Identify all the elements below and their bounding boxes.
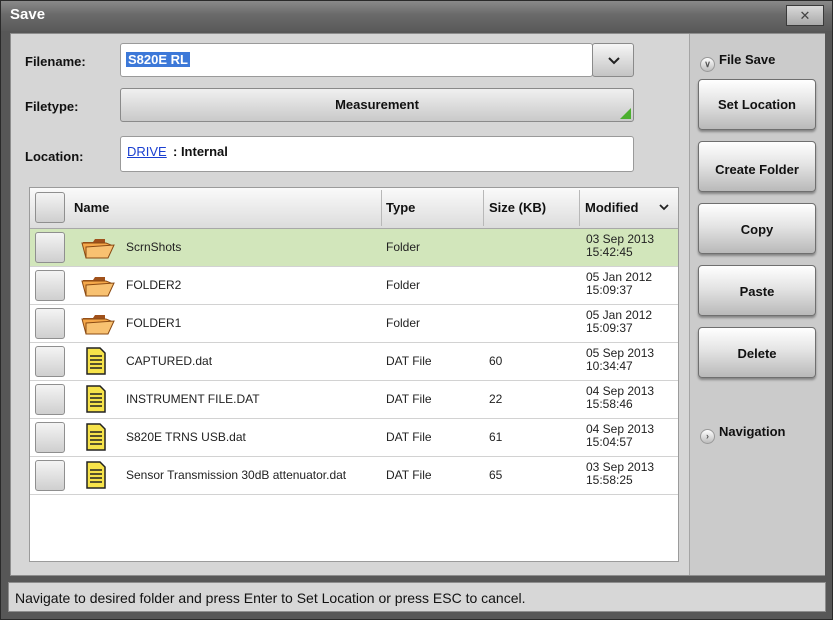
row-checkbox[interactable] — [35, 308, 65, 339]
row-type: DAT File — [386, 392, 432, 406]
row-name: CAPTURED.dat — [126, 354, 213, 368]
row-name: ScrnShots — [126, 240, 182, 254]
table-row[interactable]: FOLDER1 Folder 05 Jan 2012 15:09:37 — [30, 305, 678, 343]
filename-dropdown-button[interactable] — [592, 43, 634, 77]
row-name: FOLDER2 — [126, 278, 182, 292]
folder-icon — [81, 277, 115, 297]
row-checkbox[interactable] — [35, 270, 65, 301]
row-modified: 04 Sep 2013 15:58:46 — [586, 384, 655, 411]
paste-button[interactable]: Paste — [698, 265, 816, 316]
dialog-content: Filename: S820E RL Filetype: Measurement… — [10, 33, 825, 576]
row-modified: 03 Sep 2013 15:58:25 — [586, 460, 655, 487]
save-dialog: Save ✕ Filename: S820E RL Filetype: Meas… — [0, 0, 833, 620]
side-panel: ∨ File Save Set Location Create Folder Co… — [689, 34, 825, 575]
table-row[interactable]: CAPTURED.dat DAT File 60 05 Sep 2013 10:3… — [30, 343, 678, 381]
filename-label: Filename: — [25, 54, 86, 69]
location-field[interactable]: DRIVE : Internal — [120, 136, 634, 172]
row-type: DAT File — [386, 430, 432, 444]
row-size: 65 — [489, 468, 503, 482]
location-value: : Internal — [173, 144, 228, 159]
column-divider — [381, 190, 382, 226]
row-type: DAT File — [386, 354, 432, 368]
file-icon — [86, 347, 106, 375]
file-save-section[interactable]: ∨ File Save — [700, 52, 775, 72]
row-size: 60 — [489, 354, 503, 368]
create-folder-button[interactable]: Create Folder — [698, 141, 816, 192]
table-row[interactable]: S820E TRNS USB.dat DAT File 61 04 Sep 20… — [30, 419, 678, 457]
table-row[interactable]: ScrnShots Folder 03 Sep 2013 15:42:45 — [30, 229, 678, 267]
row-name: S820E TRNS USB.dat — [126, 430, 246, 444]
sort-chevron-icon — [659, 204, 669, 211]
column-divider — [579, 190, 580, 226]
file-list[interactable]: Name Type Size (KB) Modified ScrnShots F… — [29, 187, 679, 562]
column-header-modified[interactable]: Modified — [585, 188, 638, 228]
row-modified: 05 Sep 2013 10:34:47 — [586, 346, 655, 373]
filetype-value: Measurement — [335, 97, 419, 112]
close-button[interactable]: ✕ — [786, 5, 824, 26]
file-icon — [86, 385, 106, 413]
filename-value: S820E RL — [126, 52, 190, 67]
row-modified: 04 Sep 2013 15:04:57 — [586, 422, 655, 449]
filetype-button[interactable]: Measurement — [120, 88, 634, 122]
row-type: DAT File — [386, 468, 432, 482]
location-drive-link[interactable]: DRIVE — [127, 144, 167, 159]
file-save-label: File Save — [719, 52, 776, 67]
file-icon — [86, 423, 106, 451]
row-type: Folder — [386, 316, 421, 330]
chevron-down-icon: ∨ — [700, 57, 715, 72]
row-name: INSTRUMENT FILE.DAT — [126, 392, 260, 406]
file-icon — [86, 461, 106, 489]
column-divider — [483, 190, 484, 226]
status-bar: Navigate to desired folder and press Ent… — [8, 582, 826, 612]
navigation-label: Navigation — [719, 424, 786, 439]
row-checkbox[interactable] — [35, 232, 65, 263]
row-name: FOLDER1 — [126, 316, 182, 330]
filetype-label: Filetype: — [25, 99, 79, 114]
row-modified: 05 Jan 2012 15:09:37 — [586, 308, 653, 335]
delete-button[interactable]: Delete — [698, 327, 816, 378]
row-checkbox[interactable] — [35, 460, 65, 491]
chevron-right-icon: › — [700, 429, 715, 444]
row-checkbox[interactable] — [35, 422, 65, 453]
filename-input[interactable]: S820E RL — [120, 43, 593, 77]
row-size: 61 — [489, 430, 503, 444]
title-bar: Save ✕ — [1, 1, 832, 31]
table-header: Name Type Size (KB) Modified — [30, 188, 678, 229]
row-modified: 05 Jan 2012 15:09:37 — [586, 270, 653, 297]
column-header-size[interactable]: Size (KB) — [489, 188, 546, 228]
row-size: 22 — [489, 392, 503, 406]
table-row[interactable]: INSTRUMENT FILE.DAT DAT File 22 04 Sep 2… — [30, 381, 678, 419]
dialog-title: Save — [10, 6, 46, 23]
dropdown-indicator-icon — [620, 108, 631, 119]
column-header-type[interactable]: Type — [386, 188, 415, 228]
row-checkbox[interactable] — [35, 384, 65, 415]
select-all-checkbox[interactable] — [35, 192, 65, 223]
table-row[interactable]: Sensor Transmission 30dB attenuator.dat … — [30, 457, 678, 495]
status-message: Navigate to desired folder and press Ent… — [15, 590, 526, 606]
row-type: Folder — [386, 278, 421, 292]
location-label: Location: — [25, 149, 84, 164]
folder-icon — [81, 315, 115, 335]
row-modified: 03 Sep 2013 15:42:45 — [586, 232, 655, 259]
folder-icon — [81, 239, 115, 259]
row-checkbox[interactable] — [35, 346, 65, 377]
row-name: Sensor Transmission 30dB attenuator.dat — [126, 468, 347, 482]
column-header-name[interactable]: Name — [74, 188, 109, 228]
row-type: Folder — [386, 240, 421, 254]
set-location-button[interactable]: Set Location — [698, 79, 816, 130]
navigation-section[interactable]: › Navigation — [700, 424, 785, 444]
copy-button[interactable]: Copy — [698, 203, 816, 254]
chevron-down-icon — [608, 57, 620, 65]
table-row[interactable]: FOLDER2 Folder 05 Jan 2012 15:09:37 — [30, 267, 678, 305]
